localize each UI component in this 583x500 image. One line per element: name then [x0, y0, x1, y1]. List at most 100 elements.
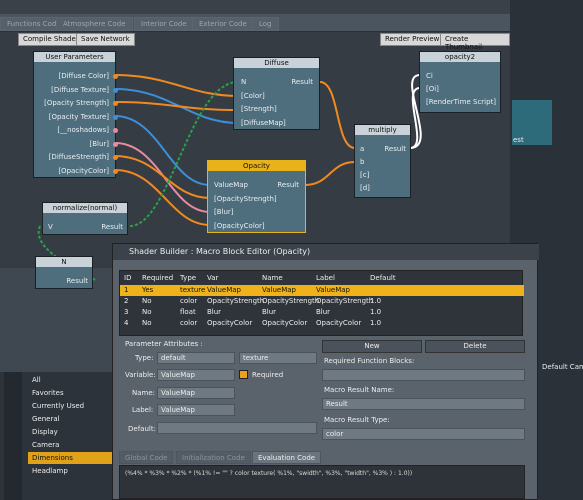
port-result[interactable]: Result — [277, 181, 299, 189]
cell-var: OpacityColor — [207, 319, 253, 327]
new-button[interactable]: New — [322, 340, 422, 353]
library-item-dimensions[interactable]: Dimensions — [28, 452, 116, 464]
bottom-tab-strip: Global Code Initialization Code Evaluati… — [119, 451, 525, 464]
macro-result-name-field[interactable]: Result — [322, 398, 525, 410]
evaluation-code-editor[interactable]: (%4% * %3% * %2% * (%1% != "" ? color te… — [119, 465, 525, 499]
library-item-display[interactable]: Display — [28, 426, 116, 438]
n-node[interactable]: N Result — [35, 256, 93, 289]
multiply-node[interactable]: multiply a b [c] [d] Result — [354, 124, 411, 198]
port-diffuse-strength[interactable]: [DiffuseStrength] — [49, 153, 109, 161]
library-item-headlamp[interactable]: Headlamp — [28, 465, 116, 477]
port-c[interactable]: [c] — [360, 171, 369, 179]
port-result[interactable]: Result — [291, 78, 313, 86]
cell-required: No — [142, 297, 152, 305]
port-dot[interactable] — [113, 169, 118, 174]
port-diffusemap[interactable]: [DiffuseMap] — [241, 119, 286, 127]
port-result[interactable]: Result — [384, 145, 406, 153]
port-v[interactable]: V — [48, 223, 53, 231]
port-color[interactable]: [Color] — [241, 92, 265, 100]
port-opacity-color[interactable]: [OpacityColor] — [214, 222, 265, 230]
node-title: User Parameters — [34, 52, 115, 62]
name-label: Name: — [132, 389, 156, 397]
port-opacity-strength[interactable]: [Opacity Strength] — [44, 99, 109, 107]
user-parameters-node[interactable]: User Parameters [Diffuse Color] [Diffuse… — [33, 51, 118, 178]
cell-name: OpacityColor — [262, 319, 308, 327]
port-blur[interactable]: [Blur] — [214, 208, 234, 216]
port-dot[interactable] — [113, 74, 118, 79]
cell-id: 3 — [124, 308, 129, 316]
port-diffuse-texture[interactable]: [Diffuse Texture] — [51, 86, 109, 94]
cell-label: Blur — [316, 308, 331, 316]
tab-evaluation-code[interactable]: Evaluation Code — [252, 451, 322, 464]
table-row[interactable]: 4 No color OpacityColor OpacityColor Opa… — [120, 318, 524, 329]
default-field[interactable] — [157, 422, 317, 434]
port-oi[interactable]: [Oi] — [426, 85, 439, 93]
port-dot[interactable] — [113, 128, 118, 133]
tab-global-code[interactable]: Global Code — [119, 451, 174, 464]
port-b[interactable]: b — [360, 158, 364, 166]
port-result[interactable]: Result — [101, 223, 123, 231]
col-var: Var — [207, 274, 219, 282]
diffuse-node[interactable]: Diffuse N [Color] [Strength] [DiffuseMap… — [233, 57, 320, 130]
port-opacity-color[interactable]: [OpacityColor] — [58, 167, 109, 175]
port-strength[interactable]: [Strength] — [241, 105, 277, 113]
required-checkbox[interactable] — [239, 370, 248, 379]
node-title: Opacity — [208, 161, 305, 171]
cell-name: ValueMap — [262, 286, 296, 294]
port-n[interactable]: N — [241, 78, 246, 86]
table-header: ID Required Type Var Name Label Default — [120, 273, 524, 284]
required-function-blocks-field[interactable] — [322, 369, 525, 381]
normalize-node[interactable]: normalize(normal) V Result — [42, 202, 128, 235]
macro-result-type-select[interactable]: color — [322, 428, 525, 440]
port-ci[interactable]: Ci — [426, 72, 433, 80]
type2-select[interactable]: texture — [239, 352, 317, 364]
port-dot[interactable] — [113, 142, 118, 147]
library-item-all[interactable]: All — [28, 374, 116, 386]
table-row[interactable]: 1 Yes texture ValueMap ValueMap ValueMap — [120, 285, 524, 296]
port-noshadows[interactable]: [__noshadows] — [57, 126, 109, 134]
col-default: Default — [370, 274, 396, 282]
port-valuemap[interactable]: ValueMap — [214, 181, 248, 189]
opacity2-node[interactable]: opacity2 Ci [Oi] [RenderTime Script] — [419, 51, 501, 113]
port-rendertime-script[interactable]: [RenderTime Script] — [426, 98, 496, 106]
library-item-general[interactable]: General — [28, 413, 116, 425]
name-field[interactable]: ValueMap — [157, 387, 235, 399]
thumbnail-label: est — [513, 136, 524, 144]
port-dot[interactable] — [113, 115, 118, 120]
cell-default: 1.0 — [370, 308, 382, 316]
viewport-label[interactable]: Default Cam — [542, 363, 583, 371]
variable-field[interactable]: ValueMap — [157, 369, 235, 381]
node-title: opacity2 — [420, 52, 500, 62]
default-label: Default: — [128, 425, 156, 433]
cell-label: ValueMap — [316, 286, 350, 294]
library-item-favorites[interactable]: Favorites — [28, 387, 116, 399]
delete-button[interactable]: Delete — [425, 340, 525, 353]
type-select[interactable]: default — [157, 352, 235, 364]
label-field[interactable]: ValueMap — [157, 404, 235, 416]
port-dot[interactable] — [113, 155, 118, 160]
library-item-currently-used[interactable]: Currently Used — [28, 400, 116, 412]
macro-result-name-label: Macro Result Name: — [324, 386, 395, 394]
opacity-node[interactable]: Opacity ValueMap [OpacityStrength] [Blur… — [207, 160, 306, 233]
port-a[interactable]: a — [360, 145, 364, 153]
table-row[interactable]: 3 No float Blur Blur Blur 1.0 — [120, 307, 524, 318]
required-label: Required — [252, 371, 284, 379]
label-label: Label: — [132, 406, 154, 414]
table-row[interactable]: 2 No color OpacityStrength OpacityStreng… — [120, 296, 524, 307]
cell-id: 1 — [124, 286, 129, 294]
port-opacity-strength[interactable]: [OpacityStrength] — [214, 195, 277, 203]
port-result[interactable]: Result — [66, 277, 88, 285]
content-library-panel: All Favorites Currently Used General Dis… — [0, 372, 118, 500]
port-opacity-texture[interactable]: [Opacity Texture] — [49, 113, 109, 121]
port-diffuse-color[interactable]: [Diffuse Color] — [58, 72, 109, 80]
port-dot[interactable] — [113, 88, 118, 93]
cell-id: 4 — [124, 319, 129, 327]
library-item-camera[interactable]: Camera — [28, 439, 116, 451]
tab-initialization-code[interactable]: Initialization Code — [176, 451, 251, 464]
port-d[interactable]: [d] — [360, 184, 370, 192]
port-dot[interactable] — [113, 101, 118, 106]
cell-required: Yes — [142, 286, 154, 294]
cell-name: OpacityStrength — [262, 297, 320, 305]
cell-label: OpacityColor — [316, 319, 362, 327]
port-blur[interactable]: [Blur] — [89, 140, 109, 148]
